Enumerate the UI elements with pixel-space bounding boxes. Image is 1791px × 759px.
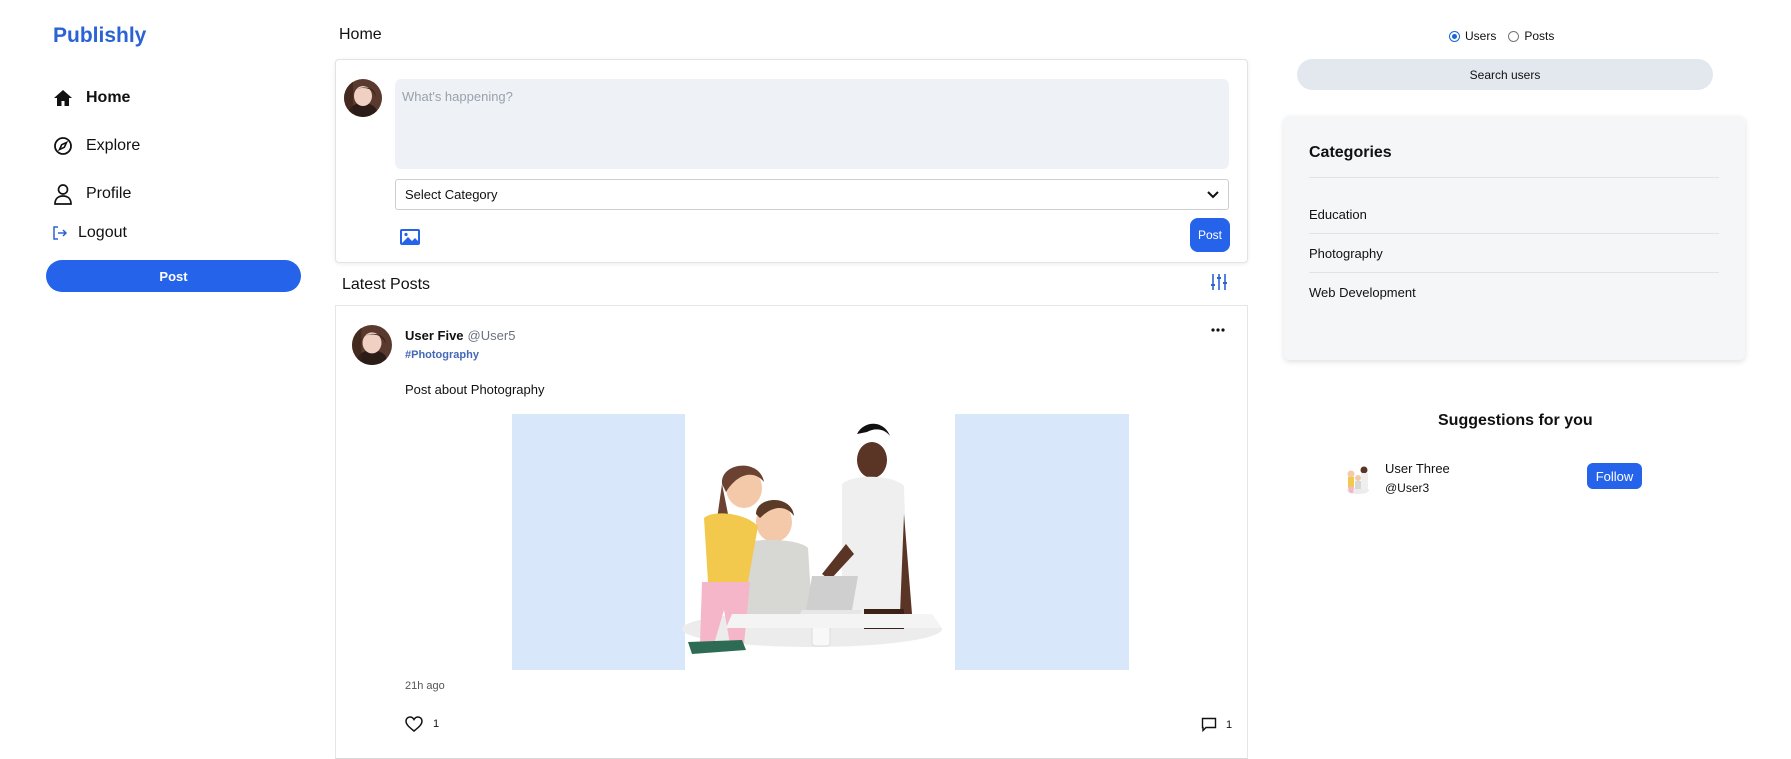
post-body: Post about Photography bbox=[405, 382, 545, 397]
sidebar-item-explore[interactable]: Explore bbox=[52, 122, 140, 170]
post-category-tag[interactable]: #Photography bbox=[405, 349, 479, 361]
home-icon bbox=[52, 87, 74, 109]
category-item-photography[interactable]: Photography bbox=[1309, 246, 1383, 261]
sidebar-item-label: Home bbox=[86, 89, 131, 106]
like-count: 1 bbox=[433, 718, 440, 730]
feed-title: Latest Posts bbox=[342, 276, 431, 293]
suggestion-handle: @User3 bbox=[1385, 481, 1430, 495]
suggestion-item: User Three @User3 Follow bbox=[1341, 458, 1643, 498]
user-icon bbox=[52, 183, 74, 205]
logout-icon bbox=[52, 222, 68, 244]
post-timestamp: 21h ago bbox=[405, 680, 445, 692]
sidebar-item-label: Logout bbox=[78, 224, 127, 241]
divider bbox=[1309, 272, 1719, 273]
post-card: User Five @User5 #Photography Post about … bbox=[335, 305, 1248, 759]
comment-icon bbox=[1201, 717, 1217, 732]
sidebar-item-profile[interactable]: Profile bbox=[52, 170, 140, 218]
like-button[interactable]: 1 bbox=[405, 716, 439, 732]
chevron-down-icon bbox=[1207, 187, 1219, 202]
follow-button[interactable]: Follow bbox=[1587, 463, 1642, 489]
category-select-value: Select Category bbox=[405, 187, 498, 202]
filter-sliders-icon[interactable] bbox=[1210, 273, 1228, 291]
suggestions-title: Suggestions for you bbox=[1438, 412, 1593, 429]
sidebar-item-label: Explore bbox=[86, 137, 141, 154]
radio-users[interactable]: Users bbox=[1449, 29, 1496, 43]
heart-icon bbox=[405, 716, 423, 732]
avatar[interactable] bbox=[352, 325, 392, 365]
brand-logo[interactable]: Publishly bbox=[53, 24, 146, 48]
sidebar-post-button[interactable]: Post bbox=[46, 260, 301, 292]
author-handle: @User5 bbox=[467, 328, 516, 343]
radio-label: Users bbox=[1465, 29, 1497, 43]
sidebar-nav: Home Explore Profile Logout bbox=[52, 74, 140, 252]
search-mode-toggle: Users Posts bbox=[1449, 29, 1566, 43]
avatar bbox=[344, 79, 382, 117]
category-item-education[interactable]: Education bbox=[1309, 207, 1367, 222]
comment-count: 1 bbox=[1226, 718, 1233, 731]
image-upload-icon[interactable] bbox=[399, 227, 421, 247]
avatar[interactable] bbox=[1341, 461, 1375, 495]
radio-posts[interactable]: Posts bbox=[1508, 29, 1554, 43]
categories-title: Categories bbox=[1309, 144, 1392, 161]
sidebar-item-logout[interactable]: Logout bbox=[52, 214, 140, 252]
radio-indicator bbox=[1508, 30, 1520, 42]
composer-post-button[interactable]: Post bbox=[1190, 218, 1230, 252]
radio-indicator bbox=[1449, 30, 1460, 42]
author-name: User Five bbox=[405, 328, 464, 343]
page-title: Home bbox=[339, 26, 382, 43]
comment-button[interactable]: 1 bbox=[1201, 717, 1232, 732]
post-composer: Select Category Post bbox=[335, 59, 1248, 263]
divider bbox=[1309, 177, 1719, 178]
sidebar-item-home[interactable]: Home bbox=[52, 74, 140, 122]
divider bbox=[1309, 233, 1719, 234]
suggestion-name[interactable]: User Three bbox=[1385, 461, 1450, 476]
compass-icon bbox=[52, 135, 74, 157]
sidebar-item-label: Profile bbox=[86, 185, 132, 202]
category-select[interactable]: Select Category bbox=[395, 179, 1229, 210]
categories-panel: Categories Education Photography Web Dev… bbox=[1284, 116, 1745, 360]
search-users-button[interactable]: Search users bbox=[1297, 59, 1713, 90]
post-image[interactable] bbox=[512, 414, 1129, 670]
post-author[interactable]: User Five @User5 bbox=[405, 328, 515, 343]
more-options-icon[interactable] bbox=[1210, 323, 1226, 335]
post-text-input[interactable] bbox=[395, 79, 1229, 169]
radio-label: Posts bbox=[1524, 29, 1555, 43]
category-item-web-development[interactable]: Web Development bbox=[1309, 285, 1416, 300]
